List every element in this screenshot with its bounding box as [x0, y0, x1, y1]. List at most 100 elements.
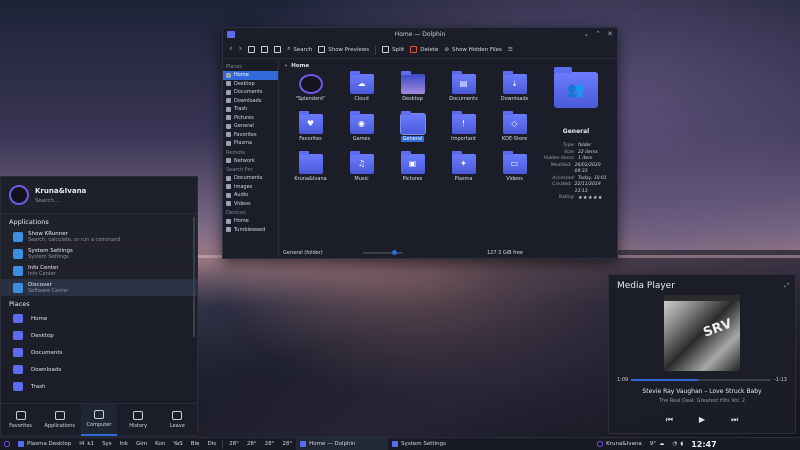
file-item[interactable]: ▤ Documents: [438, 71, 489, 110]
sidebar-item-search-documents[interactable]: Documents: [223, 174, 278, 183]
previous-track-icon[interactable]: ⏮: [666, 415, 673, 425]
file-item[interactable]: ☁ Cloud: [336, 71, 387, 110]
sidebar-item-device-home[interactable]: Home: [223, 217, 278, 226]
launcher-icon: [4, 441, 10, 447]
pin-icon[interactable]: ⤢: [784, 282, 789, 290]
file-item[interactable]: ⤓ Downloads: [489, 71, 540, 110]
next-track-icon[interactable]: ⏭: [731, 415, 738, 425]
sidebar-item-network[interactable]: Network: [223, 157, 278, 166]
place-item-downloads[interactable]: Downloads: [1, 361, 197, 378]
app-item-info-center[interactable]: Info Center Info Center: [1, 262, 197, 279]
tab-leave[interactable]: Leave: [159, 404, 195, 436]
system-tray[interactable]: ◔ ◖: [668, 438, 687, 450]
show-previews-button[interactable]: Show Previews: [318, 46, 369, 53]
user-switcher[interactable]: Kruna&Ivana: [593, 438, 646, 450]
close-icon[interactable]: ✕: [607, 30, 613, 38]
file-item[interactable]: ◉ Games: [336, 111, 387, 150]
sidebar-item-search-images[interactable]: Images: [223, 183, 278, 192]
forward-arrow-icon[interactable]: ›: [239, 45, 243, 54]
tab-favorites[interactable]: Favorites: [3, 404, 39, 436]
sidebar-item-plasma[interactable]: Plasma: [223, 139, 278, 148]
dolphin-window[interactable]: Home — Dolphin ⌄ ⌃ ✕ ‹ › ⌕ Search Show P…: [222, 27, 618, 259]
sidebar-item-favorites[interactable]: Favorites: [223, 131, 278, 140]
zoom-slider[interactable]: [362, 249, 403, 255]
quick-launch-app[interactable]: Gim: [132, 438, 151, 450]
workspace-indicator[interactable]: I4 k1: [75, 438, 98, 450]
file-item[interactable]: "Splendent": [285, 74, 336, 110]
place-item-home[interactable]: Home: [1, 310, 197, 327]
app-item-krunner[interactable]: Show KRunner Search, calculate, or run a …: [1, 228, 197, 245]
app-item-system-settings[interactable]: System Settings System Settings: [1, 245, 197, 262]
task-dolphin[interactable]: Home — Dolphin: [296, 437, 389, 450]
delete-button[interactable]: Delete: [410, 46, 438, 53]
hamburger-menu-icon[interactable]: ☰: [508, 47, 513, 53]
dolphin-titlebar[interactable]: Home — Dolphin ⌄ ⌃ ✕: [223, 28, 617, 41]
sidebar-item-home[interactable]: Home: [223, 71, 278, 80]
file-item-selected[interactable]: General: [387, 111, 438, 150]
file-item[interactable]: ♥ Favorites: [285, 111, 336, 150]
seek-bar[interactable]: 1:09 -1:13: [617, 377, 787, 383]
back-arrow-icon[interactable]: ‹: [229, 45, 233, 54]
sidebar-item-search-audio[interactable]: Audio: [223, 191, 278, 200]
file-item[interactable]: ! Important: [438, 111, 489, 150]
file-item[interactable]: Desktop: [387, 71, 438, 110]
place-item-desktop[interactable]: Desktop: [1, 327, 197, 344]
quick-launch-app[interactable]: YaS: [169, 438, 186, 450]
toolbar-divider: [375, 44, 377, 55]
free-space: 127.3 GiB free: [486, 249, 523, 256]
avatar[interactable]: [9, 185, 29, 205]
place-item-documents[interactable]: Documents: [1, 344, 197, 361]
remaining-time: -1:13: [773, 377, 787, 383]
file-item[interactable]: ▭ Videos: [489, 151, 540, 190]
show-hidden-files-button[interactable]: ⊘ Show Hidden Files: [444, 47, 502, 53]
tab-applications[interactable]: Applications: [42, 404, 78, 436]
clock[interactable]: 12:47: [687, 438, 720, 450]
launcher-button[interactable]: [0, 438, 14, 450]
icons-view-icon[interactable]: [248, 46, 256, 53]
file-item[interactable]: ✦ Plasma: [438, 151, 489, 190]
activity-switcher[interactable]: Plasma Desktop: [14, 438, 75, 450]
downloads-icon: [226, 98, 231, 104]
search-button[interactable]: ⌕ Search: [287, 46, 312, 53]
file-item[interactable]: ▣ Pictures: [387, 151, 438, 190]
sidebar-item-device-tumbleweed[interactable]: Tumbleweed: [223, 226, 278, 235]
details-view-icon[interactable]: [274, 46, 282, 53]
sidebar-item-documents[interactable]: Documents: [223, 88, 278, 97]
launcher-tabs: Favorites Applications Computer History …: [1, 403, 197, 436]
seek-track[interactable]: [631, 379, 771, 381]
quick-launch-app[interactable]: Sys: [98, 438, 116, 450]
launcher-scrollbar[interactable]: [193, 217, 195, 337]
videos-folder-icon: ▭: [502, 151, 527, 174]
app-item-discover[interactable]: Discover Software Center: [1, 279, 197, 296]
quick-launch-app[interactable]: Dis: [203, 438, 220, 450]
quick-launch-app[interactable]: Kon: [151, 438, 169, 450]
network-icon[interactable]: ◔: [672, 441, 677, 447]
sidebar-item-trash[interactable]: Trash: [223, 105, 278, 114]
file-item[interactable]: ♫ Music: [336, 151, 387, 190]
sidebar-item-pictures[interactable]: Pictures: [223, 114, 278, 123]
quick-launch-app[interactable]: Ink: [116, 438, 132, 450]
quick-launch-app[interactable]: Ble: [187, 438, 204, 450]
tab-computer[interactable]: Computer: [80, 403, 117, 436]
play-icon[interactable]: ▶: [699, 415, 705, 425]
tab-history[interactable]: History: [120, 404, 156, 436]
file-item[interactable]: Kruna&Ivana: [285, 151, 336, 190]
minimize-icon[interactable]: ⌄: [583, 30, 589, 38]
launcher-search-input[interactable]: Search...: [35, 198, 86, 204]
file-item[interactable]: ◇ KDE-Store: [489, 111, 540, 150]
weather-widget[interactable]: 9° ☁: [646, 438, 669, 450]
task-system-settings[interactable]: System Settings: [388, 438, 593, 450]
sidebar-item-general[interactable]: General: [223, 122, 278, 131]
discover-icon: [13, 282, 23, 293]
volume-icon[interactable]: ◖: [680, 441, 683, 447]
place-item-trash[interactable]: Trash: [1, 378, 197, 395]
album-title: The Real Deal: Greatest Hits Vol. 2: [658, 398, 746, 404]
sidebar-item-desktop[interactable]: Desktop: [223, 80, 278, 89]
sidebar-item-downloads[interactable]: Downloads: [223, 97, 278, 106]
rating-stars[interactable]: ★★★★★: [578, 195, 603, 202]
sidebar-item-search-videos[interactable]: Videos: [223, 200, 278, 209]
compact-view-icon[interactable]: [261, 46, 269, 53]
maximize-icon[interactable]: ⌃: [595, 30, 601, 38]
split-button[interactable]: Split: [382, 46, 404, 53]
info-name: General: [562, 128, 590, 135]
